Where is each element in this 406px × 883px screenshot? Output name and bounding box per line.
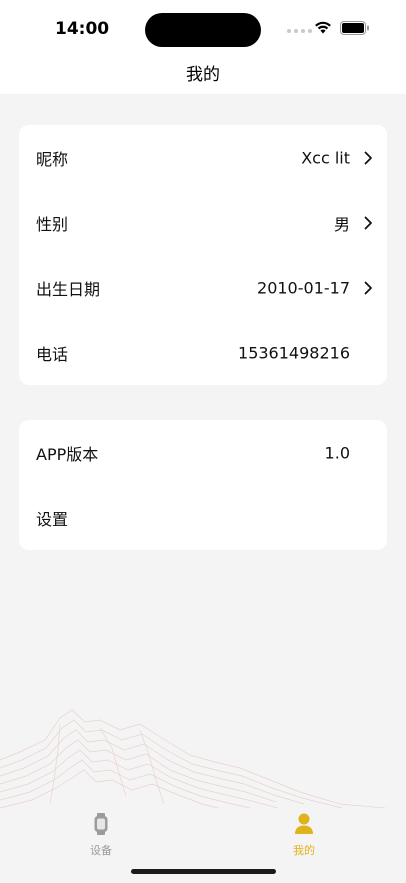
chevron-right-icon (364, 216, 372, 229)
gender-row[interactable]: 性别 男 (19, 190, 387, 255)
dynamic-island (145, 13, 261, 47)
app-version-label: APP版本 (36, 444, 99, 464)
person-icon (295, 813, 313, 834)
settings-row[interactable]: 设置 (19, 485, 387, 550)
battery-icon (340, 21, 369, 35)
chevron-right-icon (364, 151, 372, 164)
tab-mine-label: 我的 (293, 844, 315, 857)
gender-value: 男 (333, 214, 350, 234)
phone-label: 电话 (36, 344, 69, 364)
app-version-row: APP版本 1.0 (19, 420, 387, 485)
page-title: 我的 (186, 65, 220, 85)
cellular-signal-icon (287, 29, 312, 33)
app-info-card: APP版本 1.0 设置 (19, 420, 387, 550)
status-time: 14:00 (55, 19, 110, 39)
profile-card: 昵称 Xcc lit 性别 男 出生日期 2010-01-17 电话 15361… (19, 125, 387, 385)
tab-mine[interactable]: 我的 (274, 812, 334, 858)
home-indicator (131, 869, 276, 874)
nickname-row[interactable]: 昵称 Xcc lit (19, 125, 387, 190)
app-version-value: 1.0 (324, 443, 350, 462)
navigation-bar: 我的 (0, 56, 406, 94)
birthdate-value: 2010-01-17 (257, 278, 350, 297)
nickname-label: 昵称 (36, 149, 69, 169)
chevron-right-icon (364, 281, 372, 294)
birthdate-label: 出生日期 (36, 279, 101, 299)
mountain-decoration (0, 709, 406, 811)
nickname-value: Xcc lit (301, 148, 350, 167)
phone-row: 电话 15361498216 (19, 320, 387, 385)
phone-value: 15361498216 (238, 343, 350, 362)
watch-icon (94, 813, 108, 835)
gender-label: 性别 (36, 214, 69, 234)
settings-label: 设置 (36, 509, 69, 529)
wifi-icon (315, 21, 331, 34)
tab-device[interactable]: 设备 (71, 812, 131, 858)
birthdate-row[interactable]: 出生日期 2010-01-17 (19, 255, 387, 320)
status-bar: 14:00 (0, 0, 406, 56)
tab-device-label: 设备 (90, 844, 112, 857)
